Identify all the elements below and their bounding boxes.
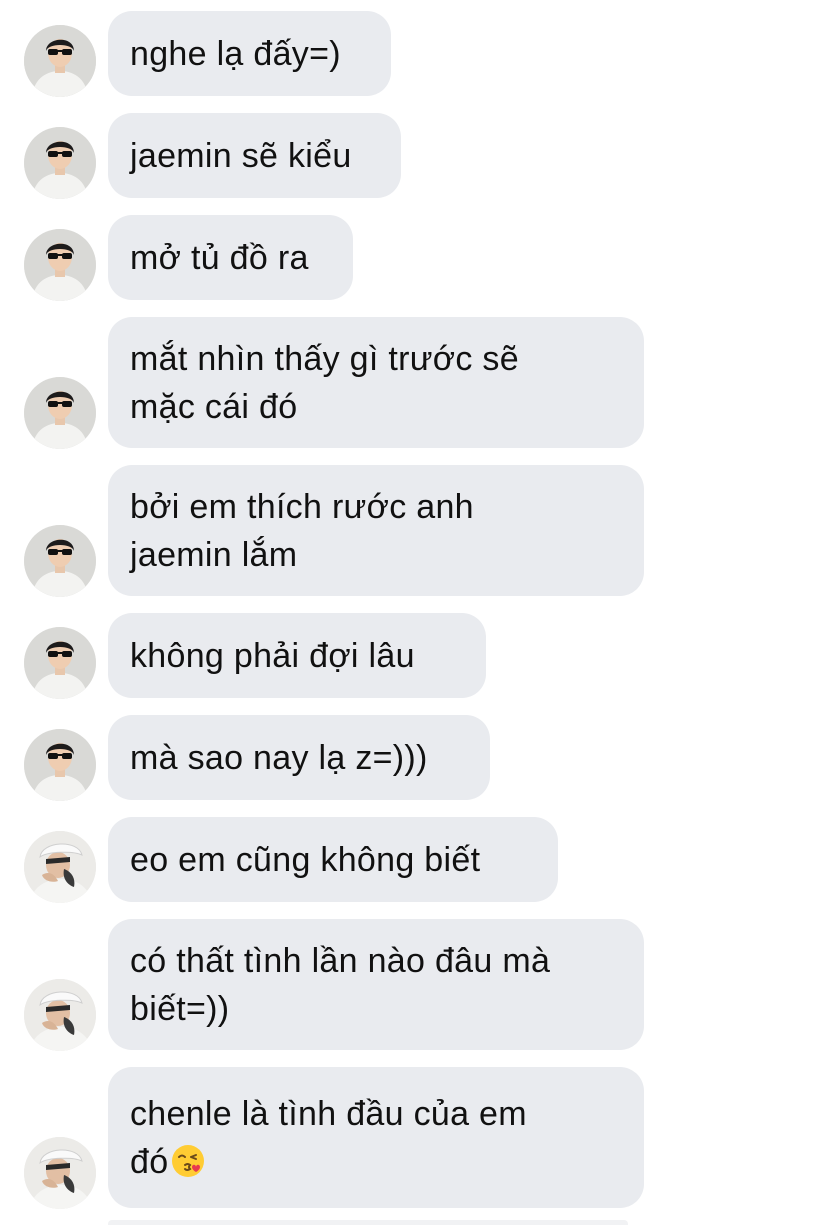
avatar-image bbox=[24, 1137, 96, 1209]
message-text: nghe lạ đấy=) bbox=[130, 34, 341, 73]
avatar-image bbox=[24, 377, 96, 449]
avatar-image bbox=[24, 229, 96, 301]
message-text: mắt nhìn thấy gì trước sẽ mặc cái đó bbox=[130, 339, 519, 426]
message-text: mà sao nay lạ z=))) bbox=[130, 738, 428, 777]
message-bubble[interactable]: nghe lạ đấy=) bbox=[108, 11, 391, 96]
message-text: không phải đợi lâu bbox=[130, 636, 415, 675]
message-bubble[interactable]: mở tủ đồ ra bbox=[108, 215, 353, 300]
avatar-white-cap[interactable] bbox=[24, 831, 96, 903]
avatar-image bbox=[24, 127, 96, 199]
message-bubble[interactable]: không phải đợi lâu bbox=[108, 613, 486, 698]
avatar-image bbox=[24, 525, 96, 597]
message-text: mở tủ đồ ra bbox=[130, 238, 309, 277]
avatar-sunglasses[interactable] bbox=[24, 229, 96, 301]
message-text: chenle là tình đầu của em đó bbox=[130, 1090, 527, 1186]
avatar-sunglasses[interactable] bbox=[24, 377, 96, 449]
message-bubble[interactable]: jaemin sẽ kiểu bbox=[108, 113, 401, 198]
avatar-sunglasses[interactable] bbox=[24, 127, 96, 199]
message-bubble[interactable]: có thất tình lần nào đâu mà biết=)) bbox=[108, 919, 644, 1050]
avatar-white-cap[interactable] bbox=[24, 1137, 96, 1209]
avatar-sunglasses[interactable] bbox=[24, 627, 96, 699]
avatar-image bbox=[24, 25, 96, 97]
avatar-image bbox=[24, 831, 96, 903]
message-bubble[interactable]: mắt nhìn thấy gì trước sẽ mặc cái đó bbox=[108, 317, 644, 448]
message-bubble[interactable]: bởi em thích rước anh jaemin lắm bbox=[108, 465, 644, 596]
message-bubble[interactable]: chenle là tình đầu của em đó bbox=[108, 1067, 644, 1208]
avatar-image bbox=[24, 979, 96, 1051]
message-text: có thất tình lần nào đâu mà biết=)) bbox=[130, 941, 551, 1028]
avatar-image bbox=[24, 729, 96, 801]
avatar-sunglasses[interactable] bbox=[24, 25, 96, 97]
message-bubble[interactable]: mà sao nay lạ z=))) bbox=[108, 715, 490, 800]
avatar-sunglasses[interactable] bbox=[24, 525, 96, 597]
next-message-bubble-edge bbox=[108, 1220, 628, 1225]
avatar-white-cap[interactable] bbox=[24, 979, 96, 1051]
avatar-image bbox=[24, 627, 96, 699]
avatar-sunglasses[interactable] bbox=[24, 729, 96, 801]
face-blowing-kiss-icon bbox=[172, 1144, 205, 1177]
message-text: bởi em thích rước anh jaemin lắm bbox=[130, 487, 474, 574]
message-bubble[interactable]: eo em cũng không biết bbox=[108, 817, 558, 902]
message-text: eo em cũng không biết bbox=[130, 840, 481, 879]
message-text: jaemin sẽ kiểu bbox=[130, 136, 352, 175]
